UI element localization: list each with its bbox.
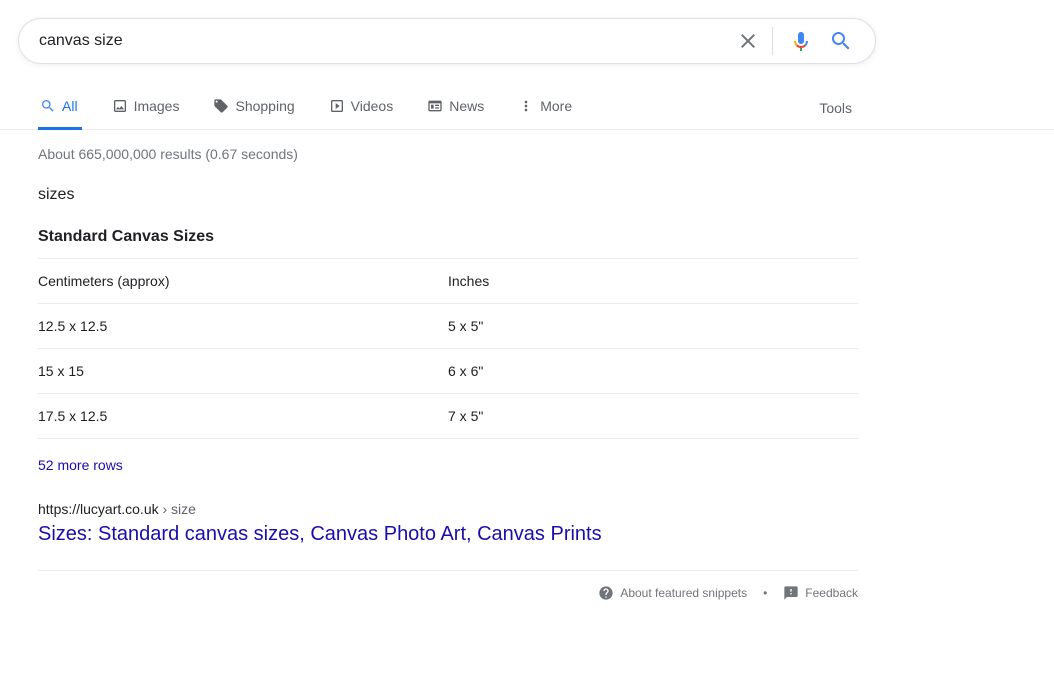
tab-all[interactable]: All — [38, 86, 82, 130]
result-cite: https://lucyart.co.uk › size — [38, 501, 858, 517]
table-row: 12.5 x 12.5 5 x 5" — [38, 304, 858, 349]
cell-in: 6 x 6" — [448, 349, 858, 394]
tab-videos[interactable]: Videos — [327, 86, 398, 130]
cell-in: 7 x 5" — [448, 394, 858, 439]
more-rows-link[interactable]: 52 more rows — [38, 457, 123, 473]
table-row: 15 x 15 6 x 6" — [38, 349, 858, 394]
result-title-link[interactable]: Sizes: Standard canvas sizes, Canvas Pho… — [38, 523, 858, 546]
table-header-in: Inches — [448, 259, 858, 304]
tab-images-label: Images — [134, 98, 180, 114]
snippet-caption: sizes — [38, 186, 858, 204]
cite-path: › size — [159, 501, 196, 517]
tools-button[interactable]: Tools — [819, 100, 852, 116]
divider — [772, 27, 773, 55]
help-icon — [598, 585, 614, 601]
tab-videos-label: Videos — [351, 98, 394, 114]
tabs: All Images Shopping Videos News More Too… — [0, 86, 1054, 130]
tab-more-label: More — [540, 98, 572, 114]
snippet-title: Standard Canvas Sizes — [38, 228, 858, 246]
feedback-icon — [783, 585, 799, 601]
snippet-table: Centimeters (approx) Inches 12.5 x 12.5 … — [38, 258, 858, 439]
cite-domain: https://lucyart.co.uk — [38, 501, 159, 517]
feedback-link[interactable]: Feedback — [783, 585, 858, 601]
about-snippets-label: About featured snippets — [620, 586, 747, 600]
result-stats: About 665,000,000 results (0.67 seconds) — [38, 146, 858, 162]
voice-search-icon[interactable] — [781, 21, 821, 61]
table-row: 17.5 x 12.5 7 x 5" — [38, 394, 858, 439]
tab-shopping-label: Shopping — [235, 98, 294, 114]
tab-shopping[interactable]: Shopping — [211, 86, 298, 130]
tab-news-label: News — [449, 98, 484, 114]
cell-cm: 12.5 x 12.5 — [38, 304, 448, 349]
about-snippets-link[interactable]: About featured snippets — [598, 585, 747, 601]
separator-dot: • — [763, 586, 767, 600]
cell-cm: 15 x 15 — [38, 349, 448, 394]
search-icon[interactable] — [821, 21, 861, 61]
search-input[interactable] — [39, 32, 728, 50]
clear-icon[interactable] — [728, 21, 768, 61]
table-header-cm: Centimeters (approx) — [38, 259, 448, 304]
feedback-label: Feedback — [805, 586, 858, 600]
cell-cm: 17.5 x 12.5 — [38, 394, 448, 439]
cell-in: 5 x 5" — [448, 304, 858, 349]
search-bar — [18, 18, 876, 64]
tab-all-label: All — [62, 98, 78, 114]
tab-more[interactable]: More — [516, 86, 576, 130]
tab-images[interactable]: Images — [110, 86, 184, 130]
tab-news[interactable]: News — [425, 86, 488, 130]
